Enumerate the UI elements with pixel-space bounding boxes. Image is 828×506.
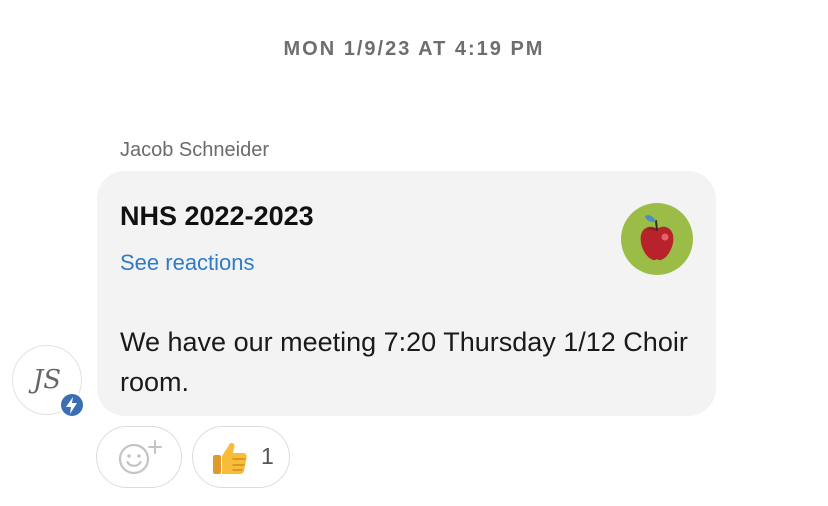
message-text: We have our meeting 7:20 Thursday 1/12 C… [120, 327, 688, 397]
thumbs-up-count: 1 [261, 443, 274, 469]
message-timestamp: MON 1/9/23 AT 4:19 PM [283, 38, 545, 60]
apple-icon [640, 215, 674, 261]
thumbs-up-reaction-button[interactable]: 1 [192, 426, 290, 488]
thumbs-up-icon [213, 442, 247, 474]
sender-name: Jacob Schneider [120, 139, 269, 161]
add-reaction-smiley-icon [118, 440, 162, 475]
see-reactions-link[interactable]: See reactions [120, 250, 255, 276]
group-title: NHS 2022-2023 [120, 201, 314, 231]
group-avatar [621, 203, 693, 275]
add-reaction-button[interactable] [96, 426, 182, 488]
lightning-bolt-icon [59, 392, 85, 418]
